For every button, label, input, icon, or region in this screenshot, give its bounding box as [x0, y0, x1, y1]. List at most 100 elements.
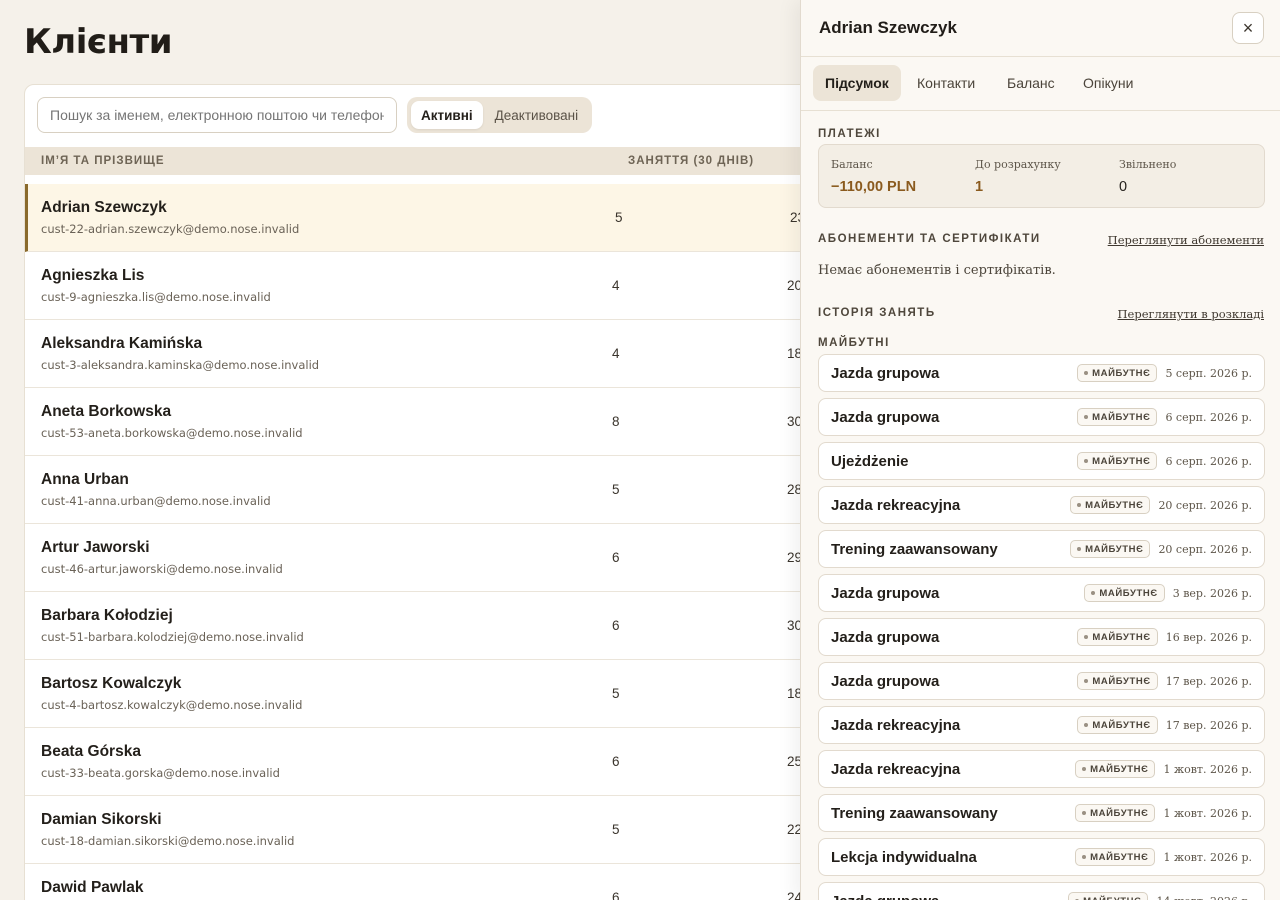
status-badge: МАЙБУТНЄ	[1077, 452, 1158, 470]
class-history-item[interactable]: Jazda grupowa МАЙБУТНЄ 6 серп. 2026 р.	[818, 398, 1265, 436]
view-schedule-link[interactable]: Переглянути в розкладі	[1118, 307, 1265, 321]
client-row[interactable]: Aneta Borkowska cust-53-aneta.borkowska@d…	[25, 388, 823, 456]
status-dot-icon	[1084, 371, 1089, 375]
class-history-item[interactable]: Trening zaawansowany МАЙБУТНЄ 20 серп. 202…	[818, 530, 1265, 568]
client-name: Barbara Kołodziej	[41, 607, 173, 624]
client-name: Anna Urban	[41, 471, 129, 488]
class-date: 3 вер. 2026 р.	[1172, 586, 1252, 600]
status-dot-icon	[1084, 459, 1089, 463]
class-title: Trening zaawansowany	[831, 805, 998, 822]
client-name: Aleksandra Kamińska	[41, 335, 203, 352]
due-label: До розрахунку	[975, 158, 1061, 171]
status-badge: МАЙБУТНЄ	[1070, 496, 1151, 514]
class-history-item[interactable]: Jazda grupowa МАЙБУТНЄ 16 вер. 2026 р.	[818, 618, 1265, 656]
class-history-item[interactable]: Jazda rekreacyjna МАЙБУТНЄ 17 вер. 2026 р.	[818, 706, 1265, 744]
status-badge: МАЙБУТНЄ	[1077, 628, 1158, 646]
tab-guardians[interactable]: Опікуни	[1071, 65, 1145, 101]
class-title: Trening zaawansowany	[831, 541, 998, 558]
class-title: Jazda rekreacyjna	[831, 761, 961, 778]
status-dot-icon	[1084, 723, 1089, 727]
class-title: Jazda grupowa	[831, 585, 940, 602]
client-row[interactable]: Barbara Kołodziej cust-51-barbara.kolodzi…	[25, 592, 823, 660]
client-email: cust-18-damian.sikorski@demo.nose.invali…	[41, 834, 295, 848]
status-dot-icon	[1084, 679, 1089, 683]
client-row[interactable]: Adrian Szewczyk cust-22-adrian.szewczyk@d…	[25, 184, 823, 252]
status-badge: МАЙБУТНЄ	[1075, 848, 1156, 866]
client-email: cust-3-aleksandra.kaminska@demo.nose.inv…	[41, 358, 320, 372]
client-name: Bartosz Kowalczyk	[41, 675, 182, 692]
clients-card: Активні Деактивовані ІМ’Я ТА ПРІЗВИЩЕ ЗА…	[24, 84, 824, 900]
client-row[interactable]: Dawid Pawlak 6 24	[25, 864, 823, 900]
page-title: Клієнти	[24, 22, 173, 62]
client-row[interactable]: Artur Jaworski cust-46-artur.jaworski@dem…	[25, 524, 823, 592]
client-drawer: Adrian Szewczyk × Підсумок Контакти Бала…	[800, 0, 1280, 900]
client-row[interactable]: Anna Urban cust-41-anna.urban@demo.nose.i…	[25, 456, 823, 524]
class-history-item[interactable]: Jazda grupowa МАЙБУТНЄ 17 вер. 2026 р.	[818, 662, 1265, 700]
client-row[interactable]: Beata Górska cust-33-beata.gorska@demo.no…	[25, 728, 823, 796]
class-history-item[interactable]: Jazda grupowa МАЙБУТНЄ 5 серп. 2026 р.	[818, 354, 1265, 392]
client-classes-count: 4	[612, 278, 620, 293]
class-history-item[interactable]: Jazda rekreacyjna МАЙБУТНЄ 20 серп. 2026 р…	[818, 486, 1265, 524]
client-classes-count: 4	[612, 346, 620, 361]
class-date: 6 серп. 2026 р.	[1165, 454, 1252, 468]
class-history-item[interactable]: Jazda grupowa МАЙБУТНЄ 3 вер. 2026 р.	[818, 574, 1265, 612]
balance-stat: Баланс −110,00 PLN	[831, 158, 916, 195]
filter-active-button[interactable]: Активні	[411, 101, 483, 129]
class-history-item[interactable]: Ujeżdżenie МАЙБУТНЄ 6 серп. 2026 р.	[818, 442, 1265, 480]
status-filter: Активні Деактивовані	[407, 97, 593, 133]
drawer-header: Adrian Szewczyk ×	[801, 0, 1280, 57]
client-row[interactable]: Agnieszka Lis cust-9-agnieszka.lis@demo.n…	[25, 252, 823, 320]
close-button[interactable]: ×	[1232, 12, 1264, 44]
client-classes-count: 6	[612, 618, 620, 633]
status-badge-label: МАЙБУТНЄ	[1090, 807, 1149, 819]
class-history-item[interactable]: Jazda grupowa МАЙБУТНЄ 14 жовт. 2026 р.	[818, 882, 1265, 900]
client-email: cust-51-barbara.kolodziej@demo.nose.inva…	[41, 630, 304, 644]
status-badge: МАЙБУТНЄ	[1068, 892, 1149, 900]
tab-summary[interactable]: Підсумок	[813, 65, 901, 101]
status-badge-label: МАЙБУТНЄ	[1099, 587, 1158, 599]
balance-label: Баланс	[831, 158, 873, 171]
client-classes-count: 5	[612, 822, 620, 837]
class-title: Ujeżdżenie	[831, 453, 909, 470]
class-date: 20 серп. 2026 р.	[1158, 542, 1252, 556]
client-row[interactable]: Damian Sikorski cust-18-damian.sikorski@d…	[25, 796, 823, 864]
client-classes-count: 8	[612, 414, 620, 429]
column-header-name[interactable]: ІМ’Я ТА ПРІЗВИЩЕ	[41, 155, 165, 167]
class-date: 14 жовт. 2026 р.	[1156, 895, 1252, 900]
passes-empty-text: Немає абонементів і сертифікатів.	[818, 263, 1056, 278]
client-classes-count: 5	[612, 482, 620, 497]
class-date: 1 жовт. 2026 р.	[1163, 806, 1252, 820]
toolbar: Активні Деактивовані	[25, 85, 823, 147]
upcoming-classes-list: Jazda grupowa МАЙБУТНЄ 5 серп. 2026 р. Jazd…	[818, 354, 1265, 900]
table-header: ІМ’Я ТА ПРІЗВИЩЕ ЗАНЯТТЯ (30 ДНІВ)	[25, 147, 823, 175]
view-passes-link[interactable]: Переглянути абонементи	[1108, 233, 1264, 247]
class-history-item[interactable]: Jazda rekreacyjna МАЙБУТНЄ 1 жовт. 2026 р.	[818, 750, 1265, 788]
class-date: 5 серп. 2026 р.	[1165, 366, 1252, 380]
client-row[interactable]: Aleksandra Kamińska cust-3-aleksandra.kam…	[25, 320, 823, 388]
class-history-item[interactable]: Lekcja indywidualna МАЙБУТНЄ 1 жовт. 2026 …	[818, 838, 1265, 876]
close-icon: ×	[1242, 17, 1254, 38]
class-date: 17 вер. 2026 р.	[1165, 718, 1252, 732]
client-row[interactable]: Bartosz Kowalczyk cust-4-bartosz.kowalczy…	[25, 660, 823, 728]
client-email: cust-46-artur.jaworski@demo.nose.invalid	[41, 562, 283, 576]
column-header-classes[interactable]: ЗАНЯТТЯ (30 ДНІВ)	[628, 155, 754, 167]
class-title: Jazda grupowa	[831, 673, 940, 690]
status-badge-label: МАЙБУТНЄ	[1090, 763, 1149, 775]
tab-balance[interactable]: Баланс	[995, 65, 1067, 101]
class-date: 16 вер. 2026 р.	[1165, 630, 1252, 644]
search-input[interactable]	[37, 97, 397, 133]
released-value: 0	[1119, 179, 1128, 195]
passes-label: АБОНЕМЕНТИ ТА СЕРТИФІКАТИ	[818, 233, 1041, 245]
class-date: 6 серп. 2026 р.	[1165, 410, 1252, 424]
status-dot-icon	[1091, 591, 1096, 595]
status-badge: МАЙБУТНЄ	[1070, 540, 1151, 558]
released-stat: Звільнено 0	[1119, 158, 1176, 195]
client-email: cust-53-aneta.borkowska@demo.nose.invali…	[41, 426, 303, 440]
client-name: Agnieszka Lis	[41, 267, 145, 284]
tab-contacts[interactable]: Контакти	[905, 65, 987, 101]
drawer-tabs: Підсумок Контакти Баланс Опікуни	[801, 57, 1280, 111]
status-badge-label: МАЙБУТНЄ	[1092, 367, 1151, 379]
client-name: Adrian Szewczyk	[41, 199, 167, 216]
filter-deactivated-button[interactable]: Деактивовані	[485, 101, 588, 129]
class-history-item[interactable]: Trening zaawansowany МАЙБУТНЄ 1 жовт. 2026…	[818, 794, 1265, 832]
